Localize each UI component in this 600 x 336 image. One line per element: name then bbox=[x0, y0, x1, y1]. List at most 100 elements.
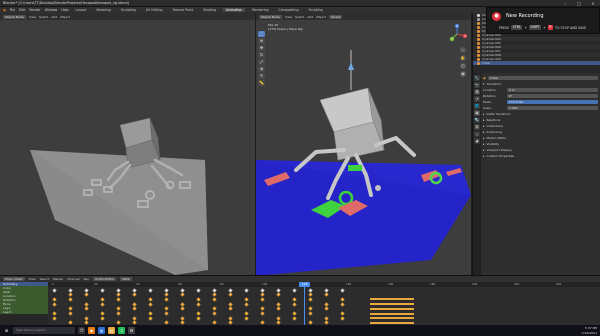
transform-orientation-dropdown[interactable]: Global bbox=[328, 14, 343, 19]
keyframe[interactable] bbox=[340, 297, 345, 302]
keyframe[interactable] bbox=[244, 297, 249, 302]
keyframe[interactable] bbox=[260, 311, 265, 316]
settings-icon[interactable]: ⚙ bbox=[128, 327, 135, 334]
add-menu[interactable]: Add bbox=[307, 15, 313, 19]
view-menu[interactable]: View bbox=[29, 277, 36, 281]
keyframe[interactable] bbox=[324, 292, 329, 297]
section-delta-transform[interactable]: ▸ Delta Transform bbox=[483, 111, 598, 116]
keyframe-hold-bar[interactable] bbox=[370, 298, 414, 301]
add-menu[interactable]: Add bbox=[51, 15, 57, 19]
keyframe[interactable] bbox=[260, 306, 265, 311]
keyframe[interactable] bbox=[244, 311, 249, 316]
data-tab-icon[interactable]: △ bbox=[474, 131, 480, 137]
keyframe-hold-bar[interactable] bbox=[370, 307, 414, 310]
keyframe[interactable] bbox=[196, 311, 201, 316]
view-menu[interactable]: View bbox=[29, 15, 36, 19]
keyframe[interactable] bbox=[148, 297, 153, 302]
keyframe[interactable] bbox=[340, 301, 345, 307]
playhead[interactable] bbox=[304, 282, 305, 326]
keyframe[interactable] bbox=[260, 292, 265, 297]
keyframe[interactable] bbox=[212, 292, 217, 297]
keyframe[interactable] bbox=[52, 311, 57, 316]
section-viewport-display[interactable]: ▸ Viewport Display bbox=[483, 147, 598, 152]
scale-field[interactable]: 1.000 bbox=[507, 105, 598, 110]
keyframe[interactable] bbox=[308, 306, 313, 311]
minimize-icon[interactable]: – bbox=[558, 0, 572, 7]
keyframe-hold-bar[interactable] bbox=[370, 317, 414, 320]
keyframe[interactable] bbox=[340, 316, 345, 321]
tab-layout[interactable]: Layout bbox=[73, 8, 90, 12]
keyframe[interactable] bbox=[68, 292, 73, 297]
menu-edit[interactable]: Edit bbox=[19, 8, 25, 12]
menu-window[interactable]: Window bbox=[45, 8, 58, 12]
keyframe[interactable] bbox=[116, 292, 121, 297]
keyframe[interactable] bbox=[340, 311, 345, 316]
channel-row[interactable]: Leg.R bbox=[0, 310, 48, 314]
rotation-field[interactable]: 0° bbox=[507, 93, 598, 98]
system-tray[interactable]: 5:37 PM 7/16/2021 bbox=[582, 326, 597, 335]
keyframe[interactable] bbox=[292, 301, 297, 307]
keyframe[interactable] bbox=[84, 292, 89, 297]
tab-scripting[interactable]: Scripting bbox=[305, 8, 325, 12]
keyframe-hold-bar[interactable] bbox=[370, 321, 414, 324]
tab-rendering[interactable]: Rendering bbox=[249, 8, 271, 12]
tab-modeling[interactable]: Modeling bbox=[93, 8, 114, 12]
select-menu[interactable]: Select bbox=[39, 15, 48, 19]
task-view-icon[interactable]: ❐ bbox=[78, 327, 85, 334]
keyframe[interactable] bbox=[276, 306, 281, 311]
select-menu[interactable]: Select bbox=[295, 15, 304, 19]
keyframe-hold-bar[interactable] bbox=[370, 303, 414, 306]
mode-dropdown[interactable]: Object Mode bbox=[259, 14, 282, 19]
tab-texture-paint[interactable]: Texture Paint bbox=[169, 8, 196, 12]
tab-uv-editing[interactable]: UV Editing bbox=[143, 8, 166, 12]
keyframe[interactable] bbox=[212, 311, 217, 316]
modifier-tab-icon[interactable]: 🔩 bbox=[474, 117, 480, 123]
keyframe[interactable] bbox=[164, 311, 169, 316]
action-field[interactable]: Walk bbox=[120, 277, 132, 281]
keyframe[interactable] bbox=[52, 297, 57, 302]
keyframe[interactable] bbox=[164, 297, 169, 302]
keyframe[interactable] bbox=[100, 301, 105, 307]
main-viewport[interactable]: Object Mode View Select Add Object Globa… bbox=[256, 13, 471, 275]
tab-animation[interactable]: Animation bbox=[222, 8, 246, 12]
keyframe[interactable] bbox=[292, 316, 297, 321]
tab-compositing[interactable]: Compositing bbox=[276, 8, 302, 12]
keyframe[interactable] bbox=[292, 297, 297, 302]
keyframe[interactable] bbox=[100, 316, 105, 321]
blender-logo-icon[interactable]: ◉ bbox=[3, 8, 6, 12]
current-frame-label[interactable]: 118 bbox=[299, 282, 310, 287]
keyframe[interactable] bbox=[148, 301, 153, 307]
keyframe[interactable] bbox=[100, 287, 105, 293]
keyframe[interactable] bbox=[132, 306, 137, 311]
recording-notification[interactable]: ● New Recording PRESS CTRL + SHIFT + R T… bbox=[486, 7, 600, 34]
tab-shading[interactable]: Shading bbox=[200, 8, 219, 12]
location-field[interactable]: 0 m bbox=[507, 87, 598, 92]
keyframe[interactable] bbox=[52, 301, 57, 307]
section-instancing[interactable]: ▸ Instancing bbox=[483, 129, 598, 134]
keyframe[interactable] bbox=[116, 311, 121, 316]
taskbar-search[interactable]: Type here to search bbox=[13, 327, 75, 334]
keyframe[interactable] bbox=[308, 297, 313, 302]
tab-sculpting[interactable]: Sculpting bbox=[118, 8, 139, 12]
keyframe[interactable] bbox=[68, 306, 73, 311]
keyframe[interactable] bbox=[100, 311, 105, 316]
section-visibility[interactable]: ▸ Visibility bbox=[483, 141, 598, 146]
object-tab-icon[interactable]: ▣ bbox=[474, 110, 480, 116]
spotify-icon[interactable]: ♫ bbox=[118, 327, 125, 334]
keyframe[interactable] bbox=[308, 311, 313, 316]
select-menu[interactable]: Select bbox=[40, 277, 49, 281]
keyframe[interactable] bbox=[244, 301, 249, 307]
rotation-mode-dropdown[interactable]: XYZ Euler bbox=[507, 99, 598, 104]
editor-type-dropdown[interactable]: Dope Sheet bbox=[3, 277, 25, 281]
keyframe[interactable] bbox=[52, 287, 57, 293]
keyframe[interactable] bbox=[196, 316, 201, 321]
object-menu[interactable]: Object bbox=[60, 15, 70, 19]
section-custom-properties[interactable]: ▸ Custom Properties bbox=[483, 153, 598, 158]
object-name-field[interactable]: Cube bbox=[487, 75, 598, 80]
keyframe[interactable] bbox=[180, 292, 185, 297]
keyframe[interactable] bbox=[68, 311, 73, 316]
menu-file[interactable]: File bbox=[10, 8, 15, 12]
keyframe[interactable] bbox=[308, 292, 313, 297]
keyframe[interactable] bbox=[276, 292, 281, 297]
output-tab-icon[interactable]: 🖨 bbox=[474, 89, 480, 95]
